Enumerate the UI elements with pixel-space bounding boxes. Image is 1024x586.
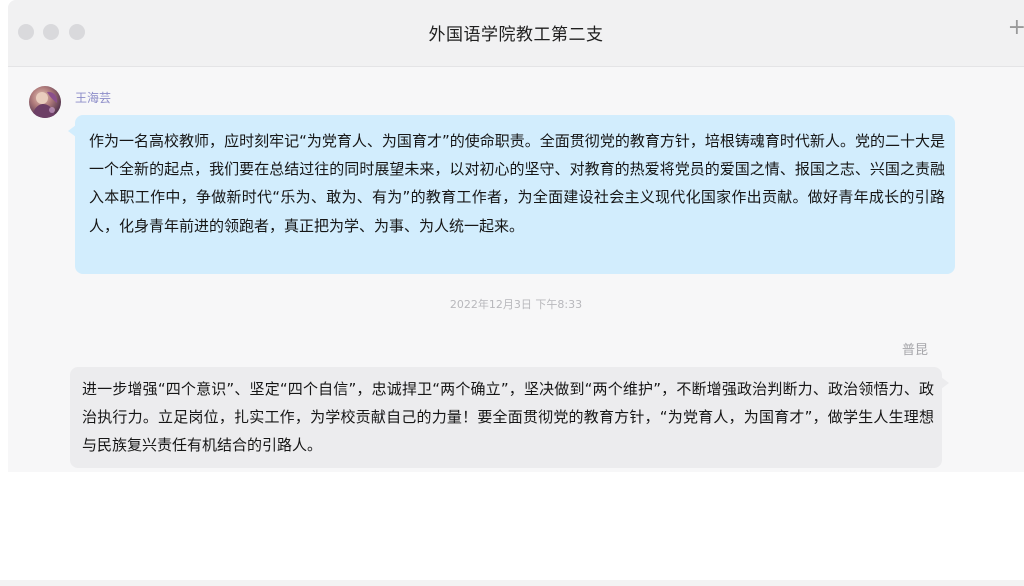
message-timestamp: 2022年12月3日 下午8:33 bbox=[449, 298, 583, 311]
avatar-image bbox=[32, 91, 58, 118]
message-bubble[interactable]: 作为一名高校教师，应时刻牢记“为党育人、为国育才”的使命职责。全面贯彻党的教育方… bbox=[68, 115, 955, 274]
chat-title: 外国语学院教工第二支 bbox=[428, 25, 604, 45]
sender-name: 王海芸 bbox=[75, 91, 112, 105]
chat-window: 外国语学院教工第二支 + 王海芸 作为一名高校教师，应时刻牢记“为党育人、为国育… bbox=[8, 0, 1024, 472]
avatar[interactable] bbox=[29, 86, 61, 118]
title-bar: 外国语学院教工第二支 + bbox=[8, 0, 1024, 67]
plus-icon[interactable]: + bbox=[1008, 17, 1024, 39]
sender-name: 普昆 bbox=[901, 343, 928, 358]
message-bubble[interactable]: 进一步增强“四个意识”、坚定“四个自信”，忠诚捍卫“两个确立”，坚决做到“两个维… bbox=[70, 367, 949, 468]
bottom-divider bbox=[0, 580, 1024, 586]
